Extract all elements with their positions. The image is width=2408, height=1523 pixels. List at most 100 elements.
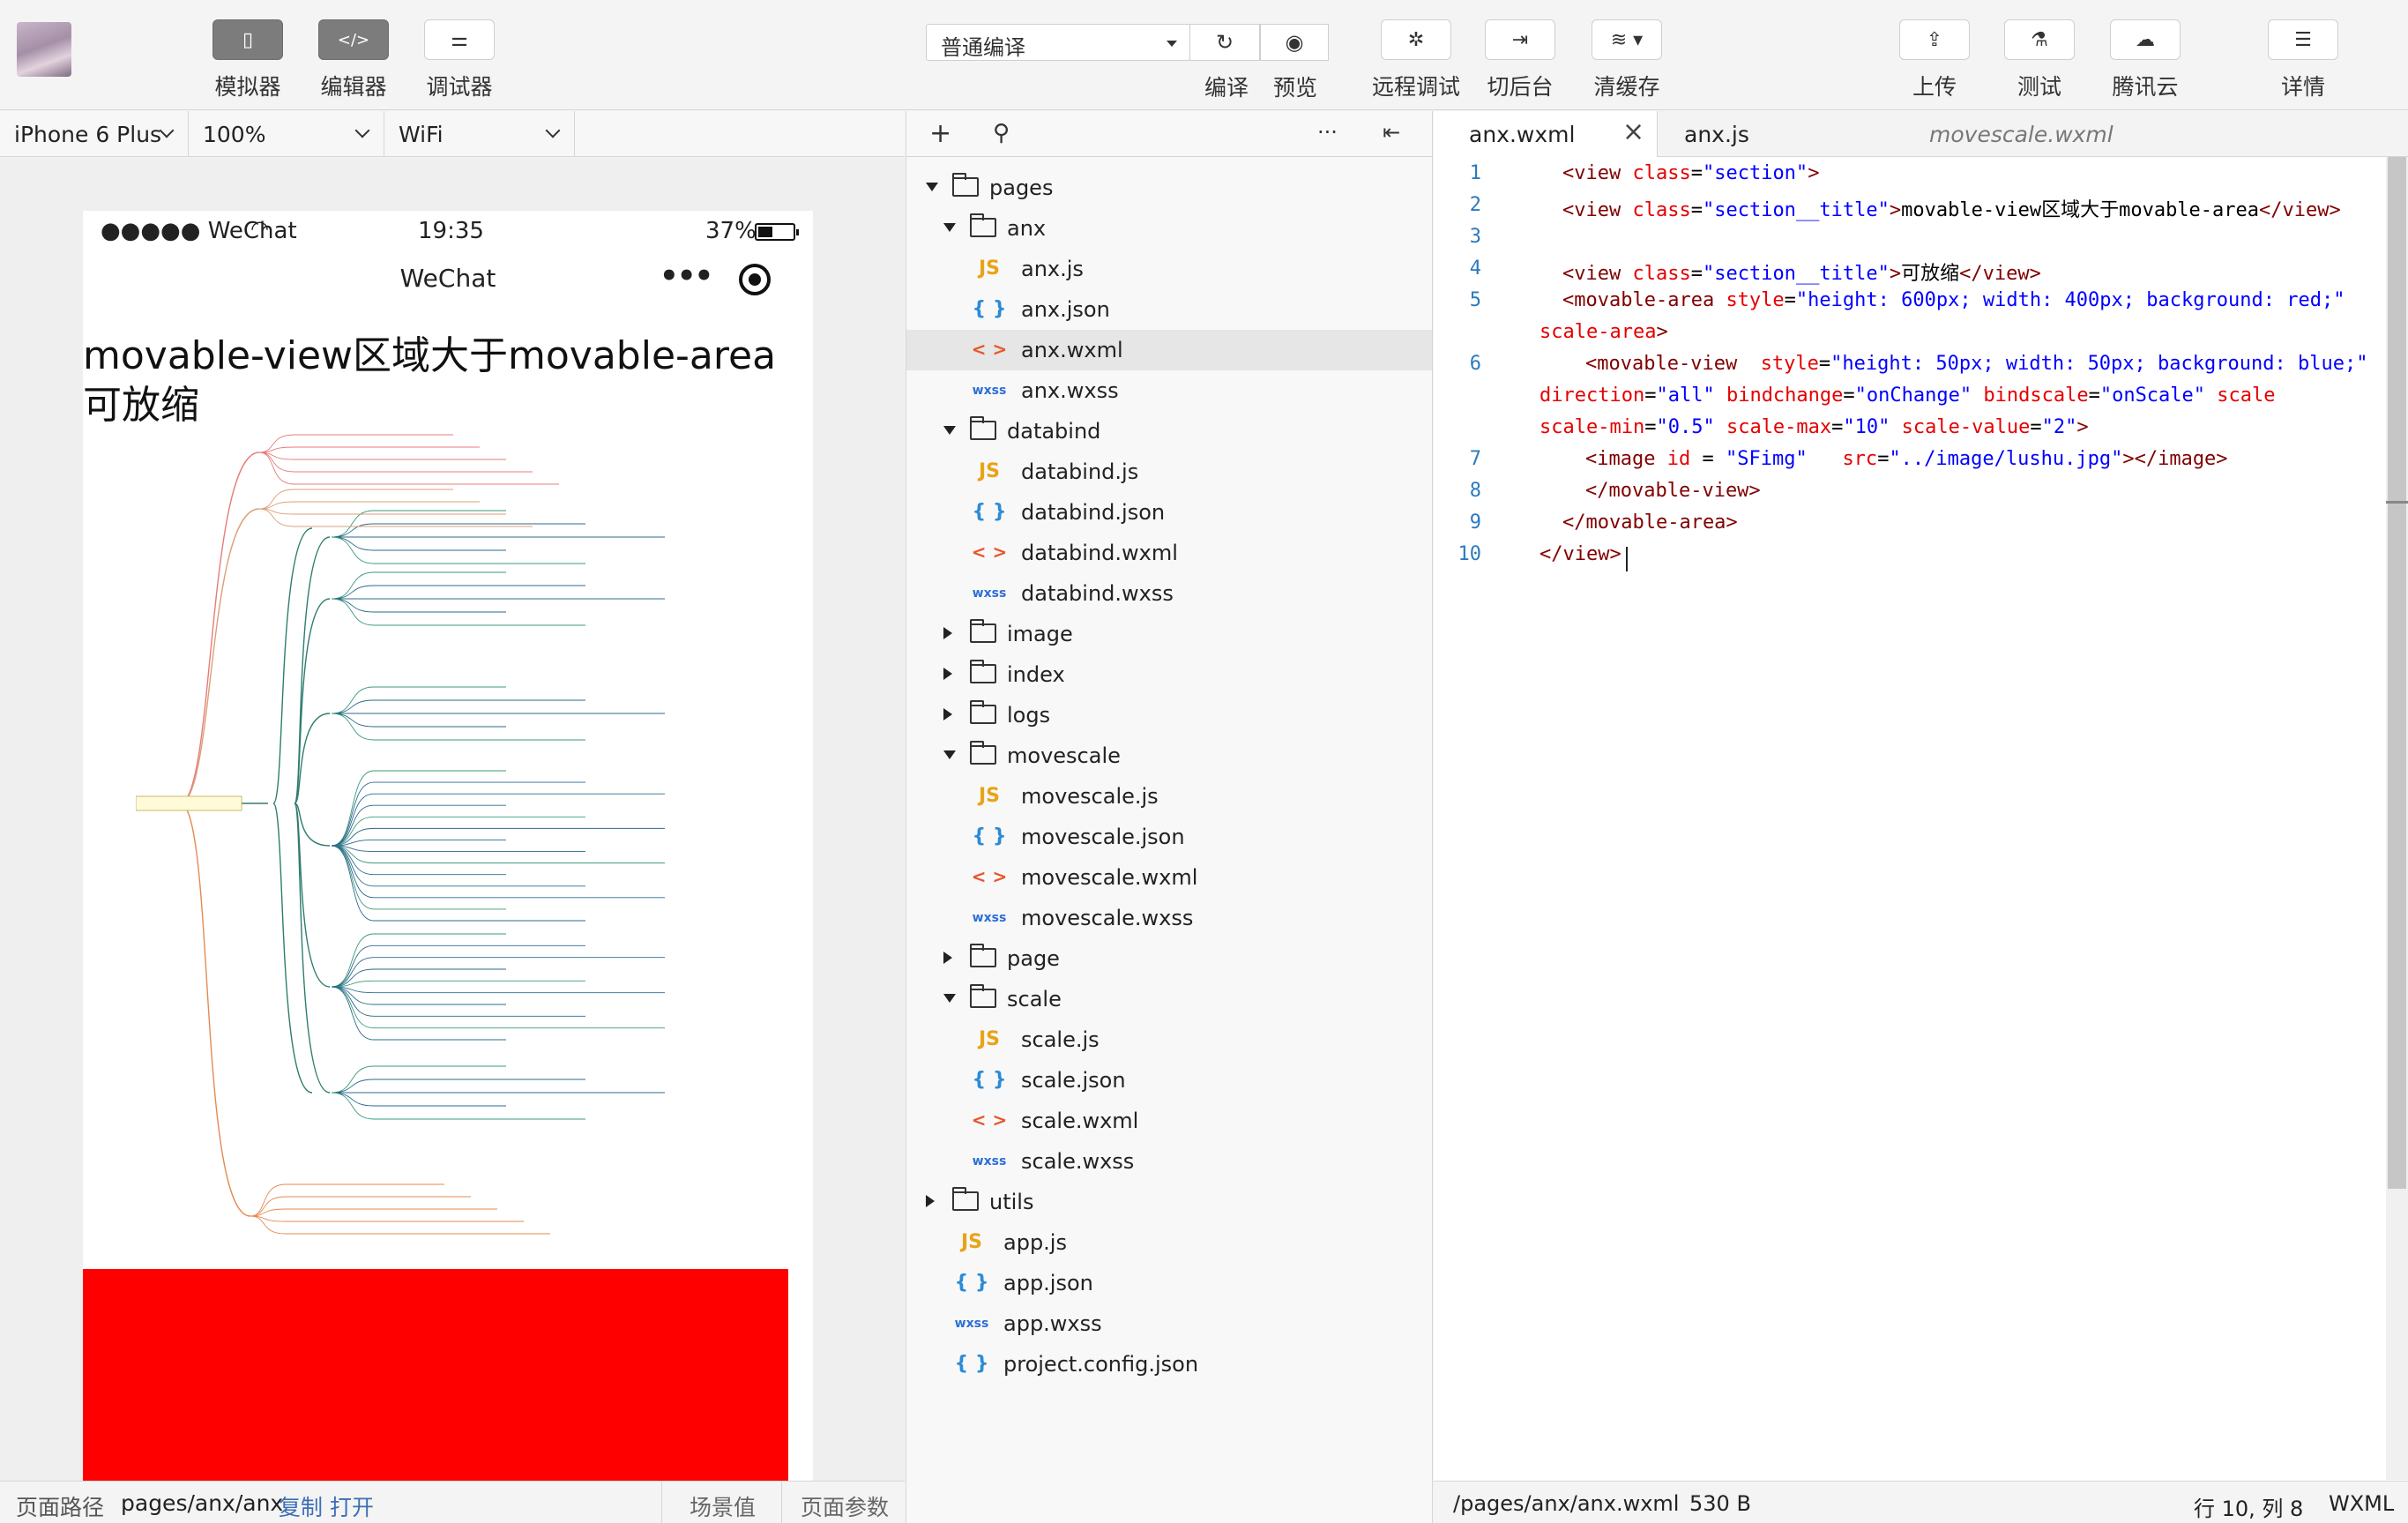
open-link[interactable]: 打开 bbox=[330, 1490, 374, 1522]
tree-file[interactable]: JS app.js bbox=[906, 1222, 1432, 1263]
wxss-file-icon: wxss bbox=[972, 911, 1007, 925]
tree-label: page bbox=[1007, 946, 1060, 971]
scrollbar-cursor-mark bbox=[2386, 501, 2408, 504]
record-icon[interactable] bbox=[739, 264, 771, 295]
file-path: /pages/anx/anx.wxml bbox=[1453, 1491, 1680, 1516]
tree-file[interactable]: < > movescale.wxml bbox=[906, 857, 1432, 898]
expand-right-icon[interactable] bbox=[943, 627, 952, 639]
tree-label: index bbox=[1007, 662, 1065, 687]
tree-file[interactable]: < > anx.wxml bbox=[906, 330, 1432, 370]
expand-down-icon[interactable] bbox=[926, 183, 938, 191]
tree-folder[interactable]: anx bbox=[906, 208, 1432, 249]
tree-folder[interactable]: scale bbox=[906, 979, 1432, 1019]
tree-file[interactable]: < > scale.wxml bbox=[906, 1101, 1432, 1141]
tree-folder[interactable]: utils bbox=[906, 1182, 1432, 1222]
scrollbar-thumb[interactable] bbox=[2388, 157, 2406, 1189]
tree-folder[interactable]: image bbox=[906, 614, 1432, 654]
tree-label: movescale.json bbox=[1021, 825, 1185, 849]
chevron-down-icon bbox=[545, 123, 561, 138]
tree-file[interactable]: { } app.json bbox=[906, 1263, 1432, 1303]
tree-folder[interactable]: logs bbox=[906, 695, 1432, 735]
mindmap-image[interactable] bbox=[136, 422, 813, 1265]
close-icon[interactable]: × bbox=[1622, 116, 1644, 147]
code-line: <view class="section__title">可放缩</view> bbox=[1562, 263, 2041, 285]
tree-folder[interactable]: movescale bbox=[906, 735, 1432, 776]
expand-right-icon[interactable] bbox=[943, 952, 952, 964]
collapse-panel-icon[interactable]: ⇤ bbox=[1383, 120, 1400, 145]
menu-icon: ☰ bbox=[2268, 19, 2338, 60]
editor-button[interactable]: </> 编辑器 bbox=[318, 19, 389, 101]
scene-button[interactable]: 场景值 bbox=[690, 1490, 756, 1522]
remote-debug-button[interactable]: ✲ 远程调试 bbox=[1372, 19, 1460, 101]
tab-anx-js[interactable]: anx.js bbox=[1666, 111, 1843, 157]
tree-file[interactable]: wxss scale.wxss bbox=[906, 1141, 1432, 1182]
tree-folder[interactable]: pages bbox=[906, 168, 1432, 208]
tree-file[interactable]: { } scale.json bbox=[906, 1060, 1432, 1101]
preview-label: 预览 bbox=[1273, 75, 1318, 101]
js-file-icon: JS bbox=[978, 785, 1001, 807]
tree-file[interactable]: { } databind.json bbox=[906, 492, 1432, 533]
code-area[interactable]: 1 <view class="section"> 2 <view class="sec… bbox=[1434, 157, 2386, 1480]
expand-right-icon[interactable] bbox=[943, 668, 952, 680]
upload-button[interactable]: ⇪ 上传 bbox=[1899, 19, 1970, 101]
preview-button[interactable]: ◉ bbox=[1260, 24, 1329, 61]
simulator-button[interactable]: ▯ 模拟器 bbox=[212, 19, 283, 101]
expand-right-icon[interactable] bbox=[926, 1195, 935, 1207]
details-button[interactable]: ☰ 详情 bbox=[2268, 19, 2338, 101]
movable-area-red[interactable] bbox=[83, 1269, 788, 1481]
clear-cache-button[interactable]: ≋ ▾ 清缓存 bbox=[1592, 19, 1662, 101]
user-avatar[interactable] bbox=[17, 22, 71, 77]
page-params-button[interactable]: 页面参数 bbox=[801, 1490, 889, 1522]
tree-file[interactable]: JS scale.js bbox=[906, 1019, 1432, 1060]
network-select[interactable]: WiFi bbox=[384, 111, 575, 157]
expand-down-icon[interactable] bbox=[943, 426, 956, 435]
tree-file[interactable]: wxss app.wxss bbox=[906, 1303, 1432, 1344]
wxml-file-icon: < > bbox=[971, 1109, 1008, 1131]
sliders-icon: ⚌ bbox=[424, 19, 495, 60]
add-icon[interactable]: + bbox=[929, 118, 951, 149]
tree-folder[interactable]: databind bbox=[906, 411, 1432, 452]
more-dots-icon[interactable]: ••• bbox=[660, 258, 713, 294]
tree-file[interactable]: JS anx.js bbox=[906, 249, 1432, 289]
tree-file[interactable]: { } project.config.json bbox=[906, 1344, 1432, 1385]
expand-right-icon[interactable] bbox=[943, 708, 952, 720]
caret-down-icon bbox=[1167, 41, 1177, 47]
line-number: 5 bbox=[1469, 289, 1481, 311]
expand-down-icon[interactable] bbox=[943, 994, 956, 1003]
tree-label: databind.wxss bbox=[1021, 581, 1174, 606]
compile-button[interactable]: ↻ bbox=[1189, 24, 1260, 61]
tree-folder[interactable]: page bbox=[906, 938, 1432, 979]
tree-label: anx.wxml bbox=[1021, 338, 1123, 362]
tree-file[interactable]: { } movescale.json bbox=[906, 817, 1432, 857]
language-mode[interactable]: WXML bbox=[2329, 1491, 2394, 1516]
compile-mode-select[interactable]: 普通编译 bbox=[926, 24, 1190, 61]
tree-label: movescale.wxss bbox=[1021, 906, 1194, 930]
more-icon[interactable]: ··· bbox=[1317, 120, 1338, 145]
tree-file[interactable]: wxss databind.wxss bbox=[906, 573, 1432, 614]
expand-down-icon[interactable] bbox=[943, 223, 956, 232]
cursor-position[interactable]: 行 10, 列 8 bbox=[2194, 1491, 2303, 1522]
tree-folder[interactable]: index bbox=[906, 654, 1432, 695]
tree-label: scale.json bbox=[1021, 1068, 1126, 1093]
code-line: </view> bbox=[1539, 543, 1621, 565]
search-icon[interactable]: ⚲ bbox=[993, 120, 1010, 146]
background-button[interactable]: ⇥ 切后台 bbox=[1485, 19, 1555, 101]
copy-link[interactable]: 复制 bbox=[279, 1490, 323, 1522]
tab-movescale-wxml[interactable]: movescale.wxml bbox=[1929, 111, 2123, 157]
tree-file[interactable]: JS movescale.js bbox=[906, 776, 1432, 817]
device-select[interactable]: iPhone 6 Plus bbox=[0, 111, 189, 157]
js-file-icon: JS bbox=[960, 1231, 983, 1253]
tree-file[interactable]: { } anx.json bbox=[906, 289, 1432, 330]
tencent-cloud-button[interactable]: ☁ 腾讯云 bbox=[2110, 19, 2181, 101]
tab-anx-wxml[interactable]: anx.wxml × bbox=[1434, 111, 1658, 157]
test-button[interactable]: ⚗ 测试 bbox=[2004, 19, 2075, 101]
tree-file[interactable]: wxss anx.wxss bbox=[906, 370, 1432, 411]
debugger-button[interactable]: ⚌ 调试器 bbox=[424, 19, 495, 101]
expand-down-icon[interactable] bbox=[943, 750, 956, 759]
tree-file[interactable]: < > databind.wxml bbox=[906, 533, 1432, 573]
tree-file[interactable]: JS databind.js bbox=[906, 452, 1432, 492]
layers-icon: ≋ ▾ bbox=[1592, 19, 1662, 60]
tree-file[interactable]: wxss movescale.wxss bbox=[906, 898, 1432, 938]
zoom-select[interactable]: 100% bbox=[189, 111, 384, 157]
editor-scrollbar[interactable] bbox=[2386, 157, 2408, 1480]
